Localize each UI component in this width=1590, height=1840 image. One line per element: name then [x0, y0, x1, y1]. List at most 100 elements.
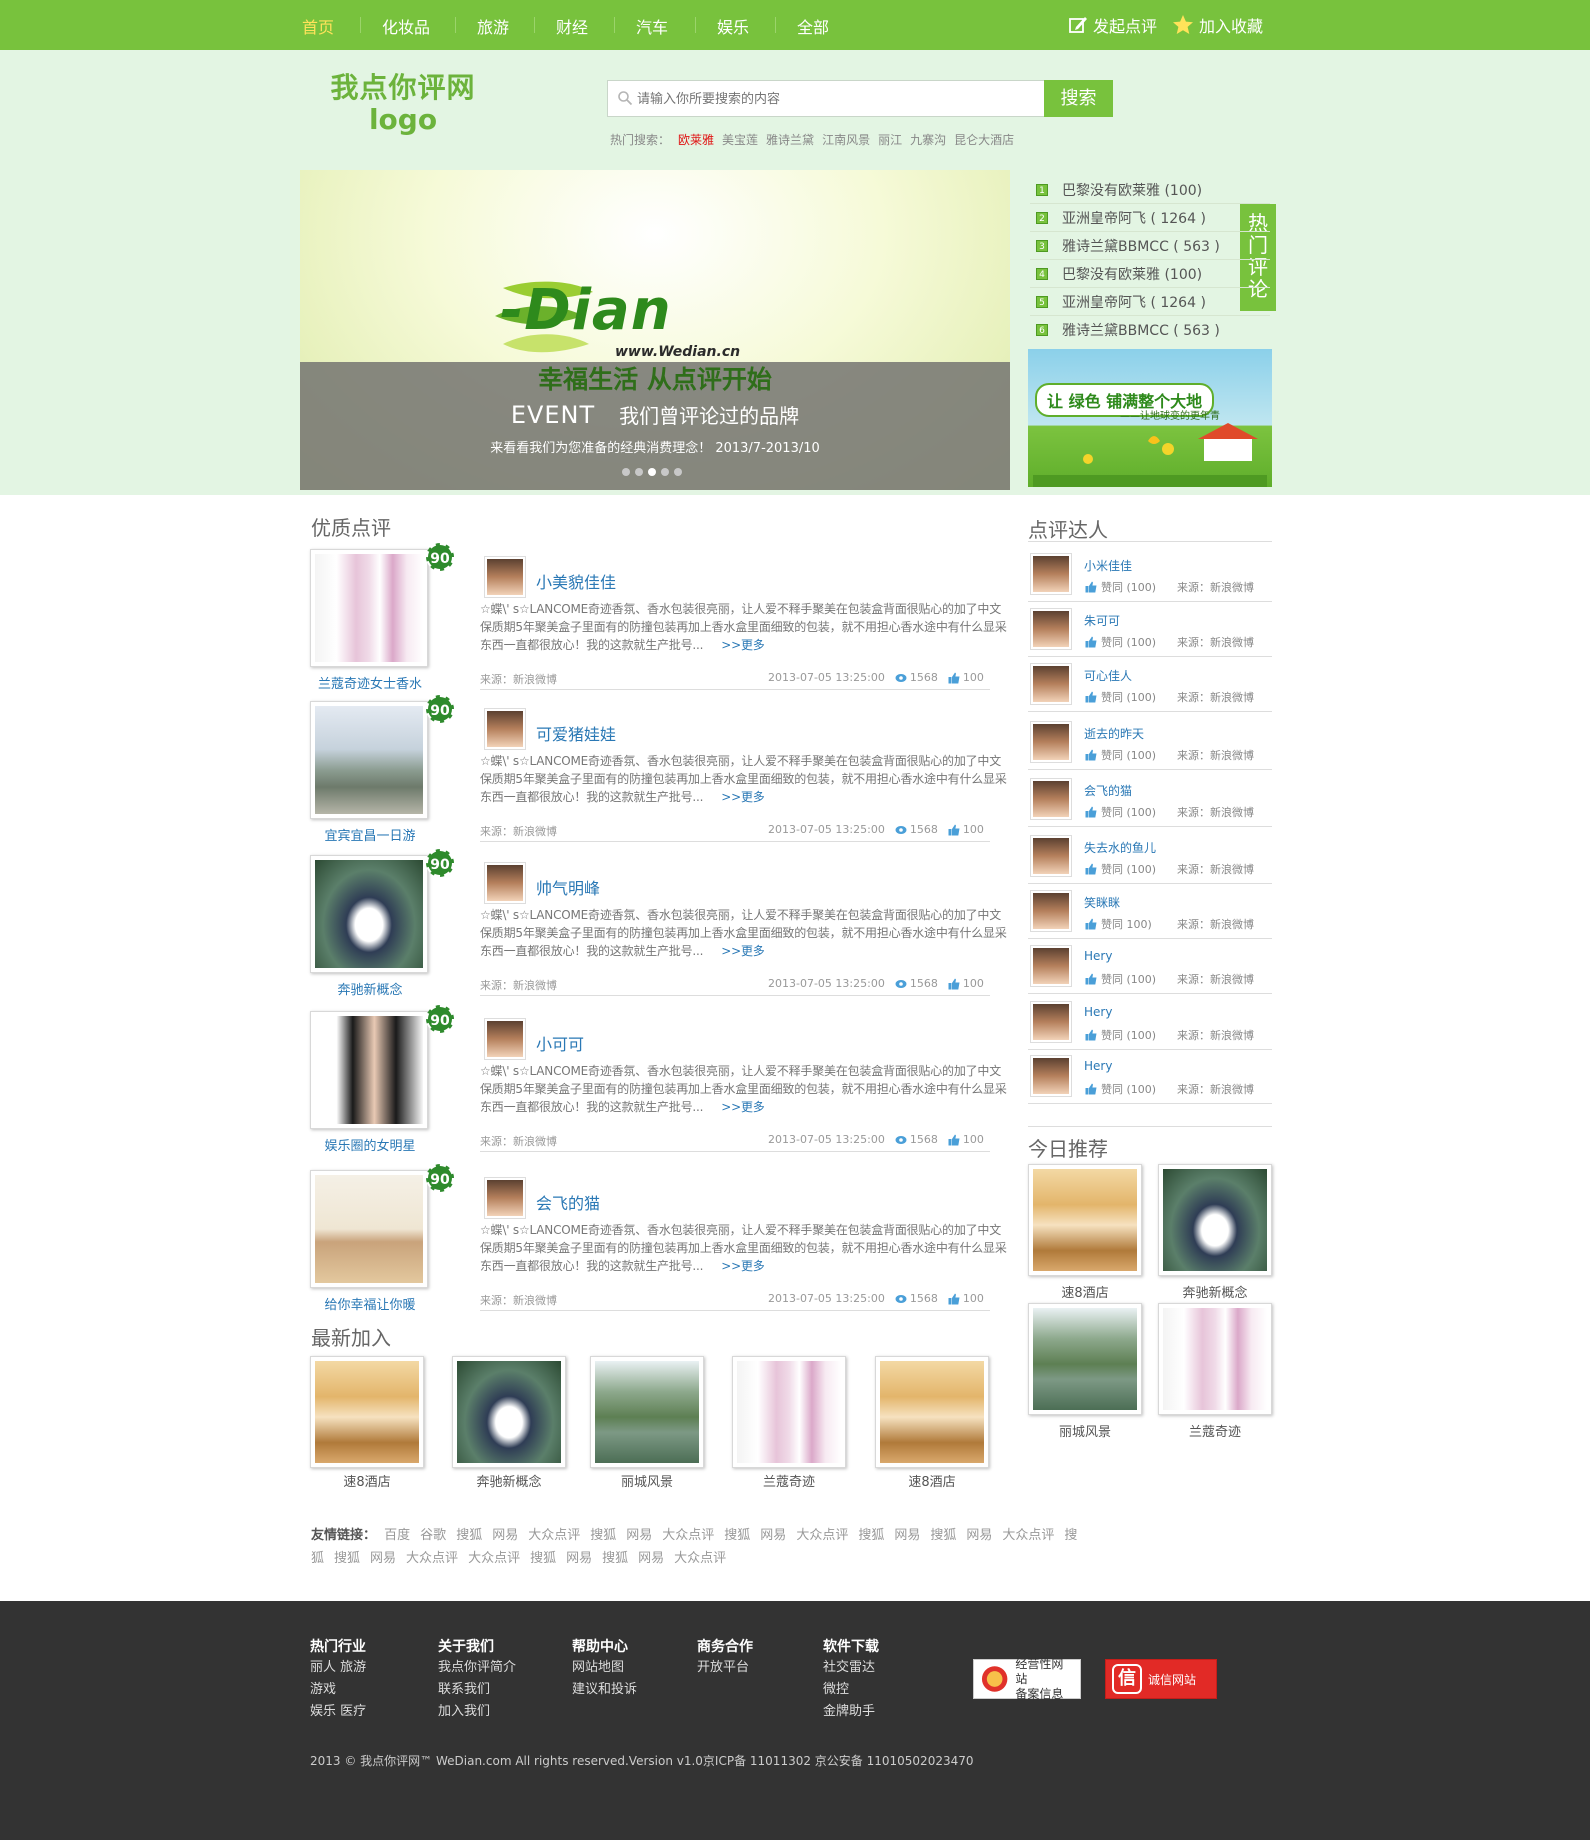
friend-link[interactable]: 大众点评	[662, 1528, 714, 1543]
friend-link[interactable]: 搜狐	[858, 1528, 884, 1543]
more-link[interactable]: >>更多	[721, 1100, 765, 1114]
likes-count[interactable]: 100	[948, 977, 984, 990]
friend-link[interactable]: 网易	[492, 1528, 518, 1543]
friend-link[interactable]: 网易	[638, 1551, 664, 1566]
footer-link[interactable]: 加入我们	[438, 1701, 490, 1723]
product-image[interactable]	[310, 549, 428, 667]
banner-dot[interactable]	[622, 468, 630, 476]
cert-trust-badge[interactable]: 信 诚信网站	[1105, 1659, 1217, 1699]
banner-dot[interactable]	[661, 468, 669, 476]
friend-link[interactable]: 网易	[566, 1551, 592, 1566]
friend-link[interactable]: 网易	[626, 1528, 652, 1543]
hot-search-term[interactable]: 昆仑大酒店	[954, 131, 1014, 148]
friend-link[interactable]: 网易	[894, 1528, 920, 1543]
friend-link[interactable]: 大众点评	[1002, 1528, 1054, 1543]
reviewer-name[interactable]: 逝去的昨天	[1084, 725, 1144, 742]
recommend-tile[interactable]	[1028, 1303, 1142, 1415]
site-logo[interactable]: 我点你评网 logo	[323, 72, 483, 142]
more-link[interactable]: >>更多	[721, 944, 765, 958]
recommend-tile[interactable]	[1028, 1164, 1142, 1276]
user-avatar[interactable]	[484, 708, 526, 750]
friend-link[interactable]: 搜狐	[602, 1551, 628, 1566]
user-name[interactable]: 可爱猪娃娃	[536, 721, 616, 745]
more-link[interactable]: >>更多	[721, 638, 765, 652]
footer-link[interactable]: 娱乐 医疗	[310, 1701, 366, 1723]
reviewer-name[interactable]: 笑眯眯	[1084, 894, 1120, 911]
reviewer-name[interactable]: Hery	[1084, 949, 1112, 963]
user-name[interactable]: 小可可	[536, 1031, 584, 1055]
recommend-label[interactable]: 丽城风景	[1028, 1421, 1142, 1440]
newest-tile[interactable]	[310, 1356, 424, 1468]
newest-label[interactable]: 奔驰新概念	[452, 1471, 566, 1490]
friend-link[interactable]: 大众点评	[796, 1528, 848, 1543]
footer-link[interactable]: 金牌助手	[823, 1701, 875, 1723]
reviewer-avatar[interactable]	[1030, 890, 1072, 932]
reviewer-likes[interactable]: 赞同 (100)	[1085, 689, 1156, 705]
user-avatar[interactable]	[484, 1177, 526, 1219]
post-review-link[interactable]: 发起点评	[1068, 13, 1157, 37]
recommend-label[interactable]: 奔驰新概念	[1158, 1282, 1272, 1301]
newest-tile[interactable]	[875, 1356, 989, 1468]
newest-label[interactable]: 速8酒店	[875, 1471, 989, 1490]
reviewer-avatar[interactable]	[1030, 663, 1072, 705]
product-image[interactable]	[310, 855, 428, 973]
hot-review-item[interactable]: 6 雅诗兰黛BBMCC ( 563 )	[1036, 319, 1220, 341]
likes-count[interactable]: 100	[948, 823, 984, 836]
friend-link[interactable]: 搜狐	[334, 1551, 360, 1566]
product-image[interactable]	[310, 701, 428, 819]
likes-count[interactable]: 100	[948, 1133, 984, 1146]
reviewer-name[interactable]: 会飞的猫	[1084, 782, 1132, 799]
recommend-label[interactable]: 兰蔻奇迹	[1158, 1421, 1272, 1440]
nav-item[interactable]: 娱乐	[717, 14, 749, 38]
friend-link[interactable]: 搜狐	[590, 1528, 616, 1543]
user-name[interactable]: 小美貌佳佳	[536, 569, 616, 593]
user-avatar[interactable]	[484, 556, 526, 598]
user-avatar[interactable]	[484, 1018, 526, 1060]
nav-item[interactable]: 首页	[302, 14, 334, 38]
friend-link[interactable]: 大众点评	[528, 1528, 580, 1543]
hot-review-item[interactable]: 5 亚洲皇帝阿飞 ( 1264 )	[1036, 291, 1206, 313]
friend-link[interactable]: 谷歌	[420, 1528, 446, 1543]
reviewer-avatar[interactable]	[1030, 778, 1072, 820]
friend-link[interactable]: 大众点评	[406, 1551, 458, 1566]
footer-link[interactable]: 微控	[823, 1679, 849, 1701]
hot-review-item[interactable]: 2 亚洲皇帝阿飞 ( 1264 )	[1036, 207, 1206, 229]
hot-review-item[interactable]: 3 雅诗兰黛BBMCC ( 563 )	[1036, 235, 1220, 257]
nav-item[interactable]: 财经	[556, 14, 588, 38]
product-title[interactable]: 宜宾宜昌一日游	[300, 825, 440, 844]
friend-link[interactable]: 大众点评	[674, 1551, 726, 1566]
reviewer-likes[interactable]: 赞同 (100)	[1085, 804, 1156, 820]
hot-search-term[interactable]: 丽江	[878, 131, 902, 148]
hot-review-item[interactable]: 1 巴黎没有欧莱雅 (100)	[1036, 179, 1202, 201]
user-avatar[interactable]	[484, 862, 526, 904]
footer-link[interactable]: 我点你评简介	[438, 1657, 516, 1679]
friend-link[interactable]: 网易	[760, 1528, 786, 1543]
reviewer-name[interactable]: 小米佳佳	[1084, 557, 1132, 574]
newest-label[interactable]: 兰蔻奇迹	[732, 1471, 846, 1490]
reviewer-avatar[interactable]	[1030, 1001, 1072, 1043]
product-title[interactable]: 兰蔻奇迹女士香水	[300, 673, 440, 692]
likes-count[interactable]: 100	[948, 1292, 984, 1305]
hot-search-term[interactable]: 雅诗兰黛	[766, 131, 814, 148]
footer-link[interactable]: 开放平台	[697, 1657, 749, 1679]
newest-tile[interactable]	[452, 1356, 566, 1468]
search-input[interactable]	[637, 86, 1037, 112]
reviewer-likes[interactable]: 赞同 100)	[1085, 916, 1152, 932]
nav-item[interactable]: 汽车	[636, 14, 668, 38]
friend-link[interactable]: 百度	[384, 1528, 410, 1543]
nav-item[interactable]: 化妆品	[382, 14, 430, 38]
reviewer-likes[interactable]: 赞同 (100)	[1085, 1081, 1156, 1097]
likes-count[interactable]: 100	[948, 671, 984, 684]
recommend-tile[interactable]	[1158, 1303, 1272, 1415]
hot-search-term[interactable]: 欧莱雅	[678, 131, 714, 148]
friend-link[interactable]: 网易	[966, 1528, 992, 1543]
product-image[interactable]	[310, 1011, 428, 1129]
friend-link[interactable]: 搜狐	[530, 1551, 556, 1566]
product-title[interactable]: 娱乐圈的女明星	[300, 1135, 440, 1154]
reviewer-avatar[interactable]	[1030, 945, 1072, 987]
user-name[interactable]: 会飞的猫	[536, 1190, 600, 1214]
more-link[interactable]: >>更多	[721, 790, 765, 804]
reviewer-likes[interactable]: 赞同 (100)	[1085, 579, 1156, 595]
reviewer-avatar[interactable]	[1030, 721, 1072, 763]
reviewer-name[interactable]: 朱可可	[1084, 612, 1120, 629]
